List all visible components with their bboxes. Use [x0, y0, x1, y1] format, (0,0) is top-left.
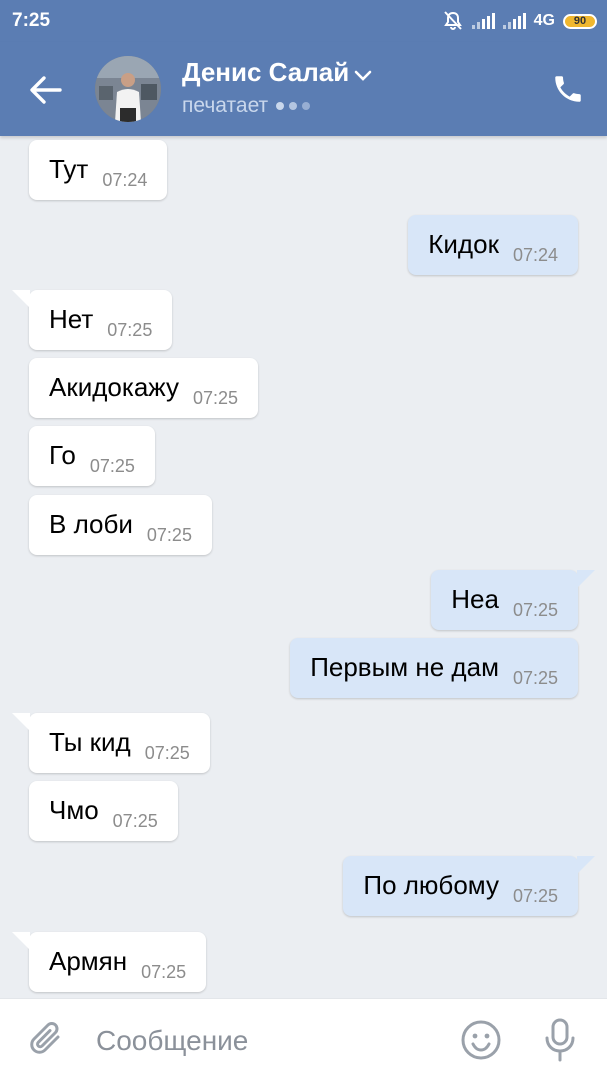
- typing-label: печатает: [182, 94, 269, 117]
- chat-header: Денис Салай печатает: [0, 42, 607, 136]
- message-list[interactable]: Тут 07:24 Кидок 07:24 Нет 07:25 Акидокаж…: [0, 136, 607, 998]
- message-time: 07:25: [89, 456, 135, 476]
- bubble-tail: [12, 932, 30, 950]
- message-text: Чмо: [49, 795, 99, 825]
- message-incoming[interactable]: Нет 07:25: [12, 290, 173, 350]
- message-outgoing[interactable]: Первым не дам 07:25: [290, 638, 578, 698]
- contact-name[interactable]: Денис Салай: [182, 57, 349, 88]
- chevron-down-icon[interactable]: [354, 70, 372, 82]
- status-bar: 7:25 4G 90: [0, 0, 607, 42]
- message-incoming[interactable]: Го 07:25: [29, 426, 155, 486]
- status-icons: 4G 90: [442, 10, 597, 32]
- bubble-tail: [12, 290, 30, 308]
- message-text: По любому: [363, 870, 499, 900]
- typing-status: печатает: [182, 94, 311, 118]
- typing-dots-icon: [276, 102, 311, 110]
- mute-notifications-icon: [443, 11, 462, 30]
- message-text: Тут: [49, 154, 89, 184]
- message-time: 07:25: [512, 668, 558, 688]
- message-text: Первым не дам: [310, 652, 499, 682]
- message-time: 07:25: [192, 388, 239, 408]
- message-text: В лоби: [49, 509, 133, 539]
- message-text: Кидок: [428, 229, 499, 259]
- message-text: Нет: [49, 304, 94, 334]
- message-time: 07:25: [141, 962, 187, 982]
- bubble-tail: [577, 856, 595, 874]
- message-incoming[interactable]: Тут 07:24: [29, 140, 168, 200]
- status-time: 7:25: [12, 10, 51, 31]
- message-text: Го: [49, 440, 76, 470]
- message-time: 07:25: [512, 600, 558, 620]
- avatar-photo: [95, 56, 161, 122]
- message-text: Армян: [49, 946, 128, 976]
- message-outgoing[interactable]: Неа 07:25: [431, 570, 595, 630]
- message-incoming[interactable]: Ты кид 07:25: [12, 713, 210, 773]
- message-composer: Сообщение: [0, 998, 607, 1081]
- battery-level: 90: [573, 15, 587, 27]
- message-time: 07:24: [512, 245, 558, 265]
- arrow-left-icon[interactable]: [26, 72, 66, 108]
- message-text: Неа: [451, 584, 499, 614]
- message-outgoing[interactable]: Кидок 07:24: [408, 215, 578, 275]
- bubble-tail: [12, 713, 30, 731]
- message-time: 07:25: [144, 743, 190, 763]
- smile-icon[interactable]: [460, 1019, 502, 1061]
- phone-icon[interactable]: [551, 72, 585, 106]
- message-text: Акидокажу: [49, 372, 179, 402]
- message-time: 07:25: [512, 886, 558, 906]
- message-time: 07:24: [102, 170, 148, 190]
- battery-icon: 90: [563, 13, 597, 29]
- message-time: 07:25: [146, 525, 192, 545]
- message-input[interactable]: Сообщение: [96, 1025, 248, 1057]
- message-incoming[interactable]: Акидокажу 07:25: [29, 358, 259, 418]
- message-time: 07:25: [107, 320, 153, 340]
- mic-icon[interactable]: [540, 1017, 580, 1063]
- network-type: 4G: [533, 12, 555, 29]
- message-incoming[interactable]: В лоби 07:25: [29, 495, 212, 555]
- message-text: Ты кид: [49, 727, 131, 757]
- signal-2-icon: [502, 13, 526, 29]
- message-incoming[interactable]: Армян 07:25: [12, 932, 207, 992]
- bubble-tail: [577, 570, 595, 588]
- message-time: 07:25: [112, 811, 158, 831]
- message-outgoing[interactable]: По любому 07:25: [343, 856, 595, 916]
- message-incoming[interactable]: Чмо 07:25: [29, 781, 178, 841]
- avatar[interactable]: [95, 56, 161, 122]
- paperclip-icon[interactable]: [28, 1019, 68, 1061]
- signal-1-icon: [471, 13, 495, 29]
